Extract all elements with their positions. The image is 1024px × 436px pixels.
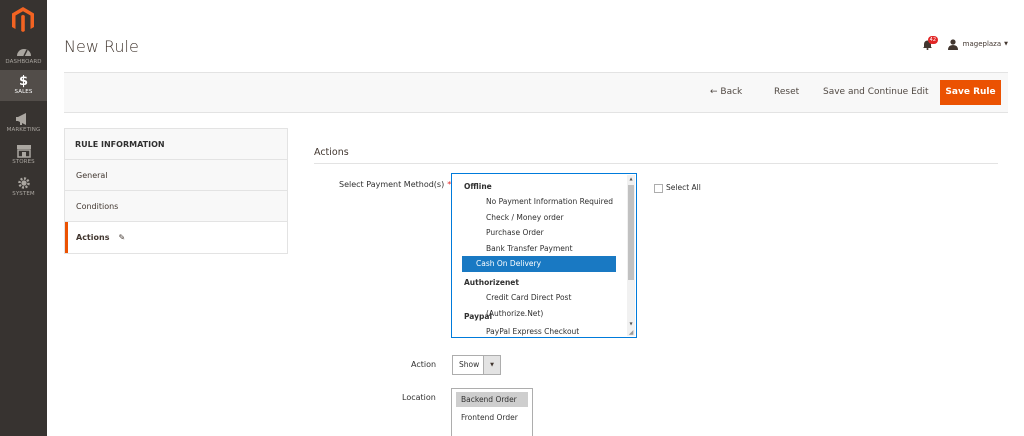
payment-methods-multiselect[interactable]: Offline No Payment Information Required …	[451, 173, 637, 338]
action-select-value: Show	[459, 360, 480, 369]
page-title: New Rule	[64, 37, 139, 56]
tab-conditions[interactable]: Conditions	[65, 191, 287, 222]
scroll-down-icon[interactable]: ▼	[628, 320, 634, 328]
chevron-down-icon[interactable]: ▼	[1004, 41, 1008, 47]
action-select[interactable]: Show ▼	[452, 355, 501, 375]
scrollbar-thumb[interactable]	[628, 185, 634, 280]
dashboard-icon	[16, 49, 31, 57]
resize-grip-icon[interactable]: ◢	[627, 329, 635, 336]
sidebar-item-system[interactable]: SYSTEM	[0, 176, 47, 198]
save-rule-button[interactable]: Save Rule	[940, 80, 1001, 105]
option-group-label: Paypal	[464, 311, 493, 321]
option-group-label: Authorizenet	[464, 277, 519, 287]
tabs-heading: RULE INFORMATION	[65, 129, 287, 160]
admin-sidebar: DASHBOARD $ SALES MARKETING STORES SYSTE…	[0, 0, 47, 436]
action-label: Action	[411, 360, 437, 369]
reset-button[interactable]: Reset	[774, 87, 799, 97]
back-button[interactable]: ← Back	[710, 87, 742, 97]
location-label: Location	[402, 393, 436, 402]
sidebar-item-label: MARKETING	[6, 127, 41, 133]
sidebar-item-dashboard[interactable]: DASHBOARD	[0, 44, 47, 66]
payment-methods-label: Select Payment Method(s) *	[339, 180, 451, 189]
pencil-icon: ✎	[118, 233, 126, 242]
section-divider	[314, 163, 998, 164]
save-and-continue-button[interactable]: Save and Continue Edit	[823, 87, 929, 97]
payment-option[interactable]: No Payment Information Required	[462, 194, 616, 210]
store-icon	[16, 145, 31, 158]
select-all-label: Select All	[666, 183, 701, 192]
sidebar-item-stores[interactable]: STORES	[0, 144, 47, 166]
scrollbar[interactable]: ▲ ▼	[627, 175, 635, 336]
username[interactable]: mageplaza	[963, 40, 1002, 48]
sidebar-item-sales[interactable]: $ SALES	[0, 70, 47, 101]
scroll-up-icon[interactable]: ▲	[628, 175, 634, 183]
location-multiselect[interactable]: Backend Order Frontend Order	[451, 388, 533, 436]
tab-general[interactable]: General	[65, 160, 287, 191]
payment-methods-label-text: Select Payment Method(s)	[339, 180, 445, 189]
user-icon	[947, 38, 958, 50]
magento-logo[interactable]	[10, 6, 36, 34]
megaphone-icon	[15, 113, 26, 125]
admin-user-area: 42 mageplaza ▼	[922, 36, 1008, 50]
tab-label: Conditions	[76, 202, 119, 211]
sidebar-item-label: SYSTEM	[12, 191, 35, 197]
tab-label: General	[76, 171, 108, 180]
notifications-button[interactable]: 42	[922, 36, 939, 50]
tab-actions[interactable]: Actions ✎	[65, 222, 287, 253]
sidebar-item-marketing[interactable]: MARKETING	[0, 112, 47, 134]
gear-icon	[17, 177, 30, 189]
payment-option[interactable]: Purchase Order	[462, 225, 616, 241]
tab-label: Actions	[76, 233, 110, 242]
sidebar-item-label: STORES	[12, 159, 35, 165]
sidebar-item-label: SALES	[14, 89, 33, 95]
location-option-selected[interactable]: Backend Order	[456, 392, 528, 407]
checkbox-box[interactable]	[654, 184, 663, 193]
payment-option[interactable]: Bank Transfer Payment	[462, 241, 616, 257]
payment-option[interactable]: PayPal Express Checkout	[462, 324, 616, 337]
sidebar-item-label: DASHBOARD	[5, 59, 42, 65]
notifications-badge: 42	[927, 36, 939, 44]
dollar-icon: $	[18, 74, 29, 89]
payment-option[interactable]: Check / Money order	[462, 210, 616, 226]
payment-option-selected[interactable]: Cash On Delivery	[462, 256, 616, 272]
page-actions-toolbar: ← Back Reset Save and Continue Edit Save…	[64, 72, 1008, 113]
location-option[interactable]: Frontend Order	[456, 410, 528, 425]
select-all-checkbox[interactable]: Select All	[654, 182, 701, 193]
rule-information-tabs: RULE INFORMATION General Conditions Acti…	[64, 128, 288, 254]
payment-option[interactable]: Credit Card Direct Post (Authorize.Net)	[462, 290, 616, 318]
chevron-down-icon[interactable]: ▼	[483, 356, 500, 374]
option-group-label: Offline	[464, 182, 492, 191]
section-title: Actions	[314, 147, 349, 158]
